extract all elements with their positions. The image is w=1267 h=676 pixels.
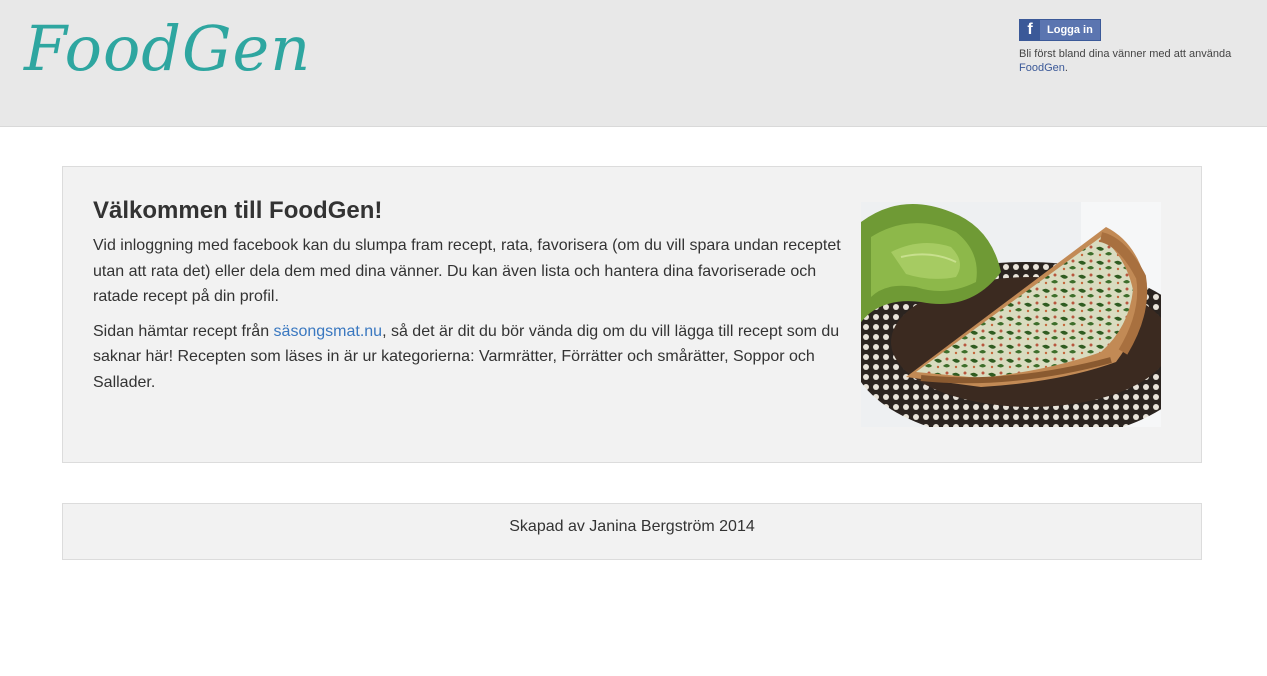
facebook-f-icon: f bbox=[1020, 20, 1040, 40]
site-header: FoodGen f Logga in Bli först bland dina … bbox=[0, 0, 1267, 127]
welcome-text: Vid inloggning med facebook kan du slump… bbox=[93, 233, 855, 404]
sasongsmat-link[interactable]: säsongsmat.nu bbox=[274, 323, 383, 340]
quiche-photo bbox=[861, 202, 1161, 427]
paragraph-2-intro: Sidan hämtar recept från bbox=[93, 322, 274, 340]
welcome-paragraph-2: Sidan hämtar recept från säsongsmat.nu, … bbox=[93, 319, 855, 396]
welcome-paragraph-1: Vid inloggning med facebook kan du slump… bbox=[93, 237, 841, 305]
facebook-login-area: f Logga in Bli först bland dina vänner m… bbox=[1019, 19, 1249, 75]
welcome-title: Välkommen till FoodGen! bbox=[93, 197, 383, 224]
facebook-app-link[interactable]: FoodGen bbox=[1019, 62, 1065, 74]
facebook-prompt-text: Bli först bland dina vänner med att anvä… bbox=[1019, 48, 1232, 60]
facebook-prompt: Bli först bland dina vänner med att anvä… bbox=[1019, 47, 1249, 75]
welcome-panel: Välkommen till FoodGen! Vid inloggning m… bbox=[62, 166, 1202, 463]
facebook-login-label: Logga in bbox=[1047, 24, 1093, 36]
footer-credit: Skapad av Janina Bergström 2014 bbox=[509, 518, 755, 535]
facebook-prompt-period: . bbox=[1064, 62, 1068, 74]
site-footer: Skapad av Janina Bergström 2014 bbox=[62, 503, 1202, 560]
site-logo[interactable]: FoodGen bbox=[24, 18, 311, 80]
facebook-login-button[interactable]: f Logga in bbox=[1019, 19, 1101, 41]
